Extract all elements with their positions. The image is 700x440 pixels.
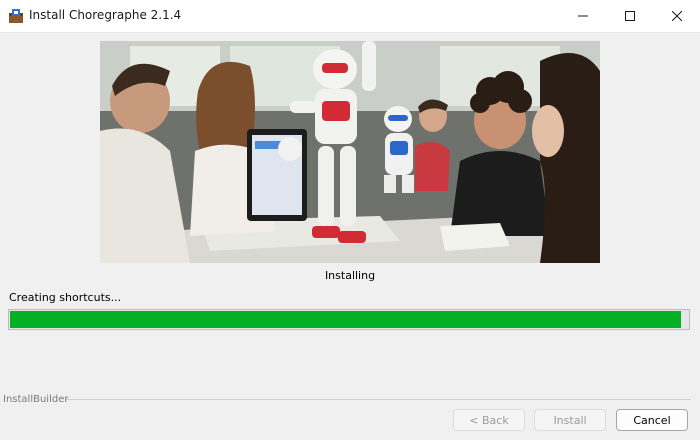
installer-package-icon xyxy=(9,9,23,23)
cancel-button[interactable]: Cancel xyxy=(616,409,688,431)
installbuilder-branding: InstallBuilder xyxy=(3,394,69,405)
maximize-icon xyxy=(625,11,635,21)
students-with-nao-robots-photo xyxy=(100,41,600,263)
install-status: Installing xyxy=(324,269,376,282)
window-title: Install Choregraphe 2.1.4 xyxy=(29,8,182,22)
hero-image xyxy=(100,41,600,263)
install-button[interactable]: Install xyxy=(534,409,606,431)
close-icon xyxy=(672,11,682,21)
maximize-button[interactable] xyxy=(607,0,653,32)
minimize-icon xyxy=(578,15,588,17)
install-substatus: Creating shortcuts... xyxy=(9,291,122,304)
back-button[interactable]: < Back xyxy=(453,409,525,431)
footer-divider xyxy=(66,399,691,400)
progress-bar-fill xyxy=(10,311,682,328)
title-bar: Install Choregraphe 2.1.4 xyxy=(0,0,700,33)
close-button[interactable] xyxy=(654,0,700,32)
minimize-button[interactable] xyxy=(560,0,606,32)
progress-bar xyxy=(8,309,690,330)
